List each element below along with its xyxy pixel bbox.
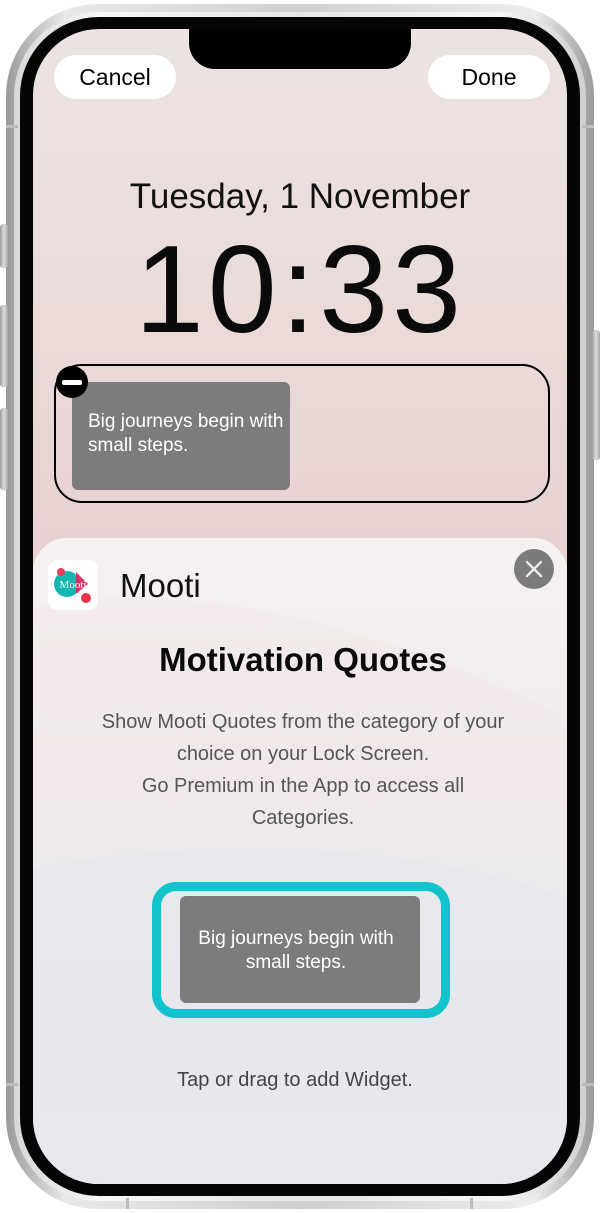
widget-preview[interactable]: Big journeys begin with small steps. xyxy=(180,896,420,1003)
antenna-line-top-left xyxy=(6,125,18,128)
lock-screen-widget[interactable]: Big journeys begin with small steps. xyxy=(72,382,290,490)
antenna-line-bottom-center-left xyxy=(126,1198,129,1209)
preview-quote-text: Big journeys begin with small steps. xyxy=(198,928,394,973)
antenna-line-top-right xyxy=(582,125,594,128)
lock-screen: Cancel Done Tuesday, 1 November 10:33 Bi… xyxy=(33,29,567,1184)
description-line: choice on your Lock Screen. xyxy=(176,743,430,765)
lock-screen-date[interactable]: Tuesday, 1 November xyxy=(33,177,567,217)
widget-quote-text: Big journeys begin with small steps. xyxy=(88,411,284,456)
antenna-line-bottom-left xyxy=(6,1083,18,1086)
description-line: Go Premium in the App to access all xyxy=(141,775,465,797)
volume-up-button xyxy=(0,305,8,387)
description-line: Show Mooti Quotes from the category of y… xyxy=(101,711,505,733)
volume-down-button xyxy=(0,408,8,490)
app-name: Mooti xyxy=(120,567,201,604)
antenna-line-bottom-right xyxy=(582,1083,594,1086)
power-button xyxy=(592,330,600,460)
description-line: Categories. xyxy=(251,807,355,829)
antenna-line-bottom-center-right xyxy=(470,1198,473,1209)
cancel-button[interactable]: Cancel xyxy=(54,55,176,99)
mute-switch xyxy=(0,224,8,268)
notch xyxy=(189,29,411,69)
widget-description: Show Mooti Quotes from the category of y… xyxy=(63,706,543,834)
minus-circle-icon[interactable] xyxy=(56,366,88,398)
widget-title: Motivation Quotes xyxy=(159,641,447,678)
done-button[interactable]: Done xyxy=(428,55,550,99)
svg-text:Mooti: Mooti xyxy=(60,579,87,591)
close-icon[interactable] xyxy=(514,549,554,589)
add-widget-hint: Tap or drag to add Widget. xyxy=(177,1069,413,1091)
mooti-app-icon: Mooti xyxy=(48,560,98,610)
lock-screen-clock[interactable]: 10:33 xyxy=(33,225,567,355)
